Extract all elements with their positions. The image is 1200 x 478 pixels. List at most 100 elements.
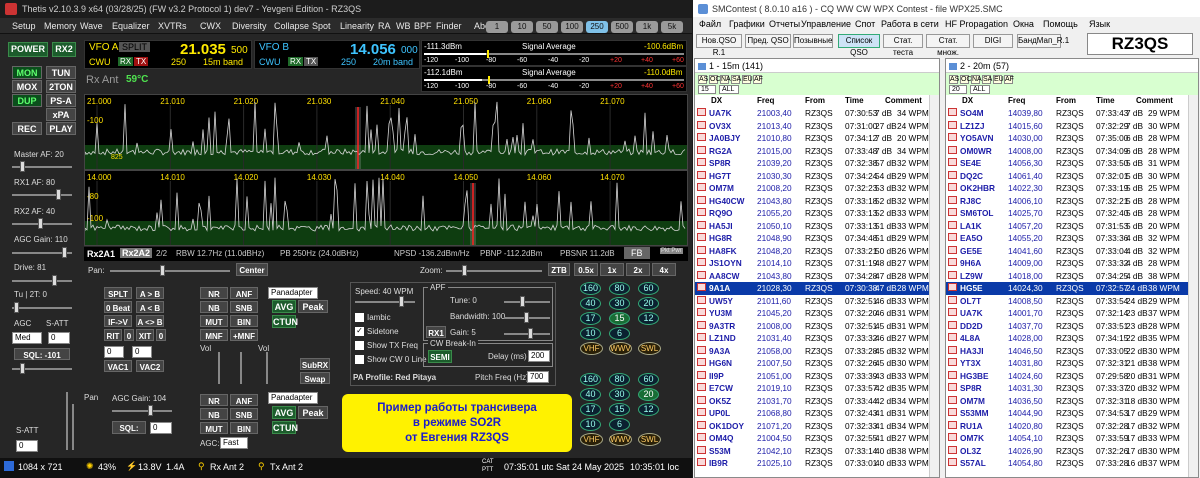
band-40-button[interactable]: 40	[580, 388, 601, 401]
spot-row[interactable]: 9H6A 14009,00 RZ3QS 07:33:32 4 dB 28 WPM	[946, 257, 1188, 270]
panadapter-rx2[interactable]: 14.000 14.010 14.020 14.030 14.040 14.050 14.0…	[84, 170, 688, 246]
band-vhf-button[interactable]: VHF	[580, 342, 603, 355]
dsp-nr-button-rx1[interactable]: NR	[200, 287, 228, 299]
smc-menu-item-0[interactable]: Файл	[699, 19, 721, 29]
spot-row[interactable]: OV3X 21013,40 RZ3QS 07:31:00 27 dB 24 WPM	[695, 120, 929, 133]
spot-row[interactable]: HA8FK 21048,20 RZ3QS 07:33:21 50 dB 26 WPM	[695, 245, 929, 258]
vol-slider-1[interactable]	[218, 352, 220, 384]
menu-item-setup[interactable]: Setup	[12, 21, 36, 31]
band-10-button[interactable]: 10	[580, 327, 601, 340]
rx2-sql-button[interactable]: SQL:	[112, 421, 146, 434]
rx-ctrl-rit-button[interactable]: RIT	[104, 329, 122, 341]
menu-item-bpf[interactable]: BPF	[414, 21, 432, 31]
band-20-button[interactable]: 20	[638, 388, 659, 401]
band-vhf-button[interactable]: VHF	[580, 433, 603, 446]
xit-value[interactable]: 0	[132, 346, 152, 358]
zoom-slider-knob[interactable]	[462, 265, 467, 276]
rx2-button[interactable]: RX2	[52, 42, 76, 57]
band-15-button[interactable]: 15	[609, 403, 630, 416]
menu-item-memory[interactable]: Memory	[44, 21, 77, 31]
panadapter-dropdown-rx2[interactable]: Panadapter	[268, 392, 318, 404]
spot-row[interactable]: IB9R 21025,10 RZ3QS 07:33:01 40 dB 33 WPM	[695, 457, 929, 470]
menu-item-ra[interactable]: RA	[378, 21, 391, 31]
rit-value[interactable]: 0	[104, 346, 124, 358]
cw-speed-slider[interactable]	[355, 301, 415, 303]
mode-button-tun[interactable]: TUN	[46, 66, 76, 79]
sidetone-checkbox[interactable]: ✓	[355, 327, 364, 336]
apf-gain-knob[interactable]	[528, 328, 533, 339]
continent-filter-as[interactable]: AS	[949, 75, 959, 84]
mode-button-rec[interactable]: REC	[12, 122, 42, 135]
dsp-nr-button-rx2[interactable]: NR	[200, 394, 228, 406]
drive-slider[interactable]	[12, 280, 72, 282]
spot-row[interactable]: UW5Y 21011,60 RZ3QS 07:32:51 46 dB 33 WPM	[695, 295, 929, 308]
peak-button-rx2[interactable]: Peak	[298, 406, 328, 419]
satt-stepper[interactable]: 0	[48, 332, 70, 344]
spot-row[interactable]: E7CW 21019,10 RZ3QS 07:33:57 42 dB 35 WPM	[695, 382, 929, 395]
panel1-scrollbar[interactable]	[929, 95, 939, 477]
spot-row[interactable]: HG5E 14024,30 RZ3QS 07:32:57 24 dB 38 WPM	[946, 282, 1188, 295]
rx2a1-label[interactable]: Rx2A1	[87, 249, 115, 259]
menu-item-finder[interactable]: Finder	[436, 21, 462, 31]
avg-button-rx2[interactable]: AVG	[272, 406, 296, 419]
spot-row[interactable]: RG2A 21015,00 RZ3QS 07:33:48 7 dB 34 WPM	[695, 145, 929, 158]
band-160-button[interactable]: 160	[580, 282, 601, 295]
band-6-button[interactable]: 6	[609, 418, 630, 431]
delay-stepper[interactable]: 200	[528, 350, 550, 362]
band-wwv-button[interactable]: WWV	[609, 433, 632, 446]
spot-row[interactable]: OK5Z 21031,70 RZ3QS 07:33:44 42 dB 34 WPM	[695, 395, 929, 408]
dsp-plusmnf-button-rx1[interactable]: +MNF	[230, 329, 258, 341]
menu-item-xvtrs[interactable]: XVTRs	[158, 21, 187, 31]
mode-button-psa[interactable]: PS-A	[46, 94, 76, 107]
panadapter-rx1[interactable]: 21.000 21.010 21.020 21.030 21.040 21.050 21.0…	[84, 94, 688, 170]
drive-knob[interactable]	[52, 275, 57, 286]
menu-item-wave[interactable]: Wave	[80, 21, 103, 31]
tu2t-knob[interactable]	[14, 302, 19, 313]
rx2-af-knob[interactable]	[38, 218, 43, 229]
spot-row[interactable]: OM7M 21008,20 RZ3QS 07:32:23 53 dB 32 WPM	[695, 182, 929, 195]
apf-bw-knob[interactable]	[524, 312, 529, 323]
spot-row[interactable]: DQ2C 14061,40 RZ3QS 07:32:01 5 dB 30 WPM	[946, 170, 1188, 183]
spot-row[interactable]: YO5AVN 14030,00 RZ3QS 07:35:00 6 dB 28 WPM	[946, 132, 1188, 145]
band-60-button[interactable]: 60	[638, 282, 659, 295]
zoom-1x-button[interactable]: 1x	[600, 263, 624, 276]
continent-filter-oc[interactable]: OC	[960, 75, 972, 84]
vfo-b-freq-main[interactable]: 14.056	[350, 41, 396, 58]
smc-menu-item-9[interactable]: Язык	[1089, 19, 1110, 29]
smc-toolbar-button-3[interactable]: Список QSO	[838, 34, 880, 57]
rx-ctrl-ab-button[interactable]: A < B	[136, 301, 164, 313]
menu-item-cwx[interactable]: CWX	[200, 21, 221, 31]
dsp-snb-button-rx1[interactable]: SNB	[230, 301, 258, 313]
spot-row[interactable]: 4L8A 14028,00 RZ3QS 07:34:15 22 dB 35 WPM	[946, 332, 1188, 345]
rx2a2-label[interactable]: Rx2A2	[120, 248, 153, 258]
continent-filter-sa[interactable]: SA	[731, 75, 741, 84]
rx1-af-knob[interactable]	[56, 189, 61, 200]
spot-row[interactable]: HG3BE 14024,60 RZ3QS 07:29:58 20 dB 31 WPM	[946, 370, 1188, 383]
spot-row[interactable]: OK2HBR 14022,30 RZ3QS 07:33:19 5 dB 25 WPM	[946, 182, 1188, 195]
dsp-bin-button-rx1[interactable]: BIN	[230, 315, 258, 327]
band-160-button[interactable]: 160	[580, 373, 601, 386]
continent-filter-eu[interactable]: EU	[742, 75, 753, 84]
smc-menu-item-8[interactable]: Помощь	[1043, 19, 1078, 29]
rx-ctrl-0-button[interactable]: 0	[124, 329, 134, 341]
band-20-button[interactable]: 20	[638, 297, 659, 310]
band-80-button[interactable]: 80	[609, 282, 630, 295]
spot-row[interactable]: GE5E 14041,60 RZ3QS 07:33:04 4 dB 32 WPM	[946, 245, 1188, 258]
spot-row[interactable]: OM0WR 14008,00 RZ3QS 07:34:09 6 dB 28 WPM	[946, 145, 1188, 158]
dsp-mut-button-rx2[interactable]: MUT	[200, 422, 228, 434]
smc-toolbar-button-4[interactable]: Стат. теста	[883, 34, 923, 57]
sql-button[interactable]: SQL: -101	[14, 348, 70, 360]
spot-row[interactable]: RU1A 14020,80 RZ3QS 07:32:28 17 dB 32 WPM	[946, 420, 1188, 433]
continent-filter-eu[interactable]: EU	[993, 75, 1004, 84]
avg-button-rx1[interactable]: AVG	[272, 300, 296, 313]
rx-ctrl-0-button[interactable]: 0	[156, 329, 166, 341]
mode-button-mon[interactable]: MON	[12, 66, 42, 79]
zoom-2x-button[interactable]: 2x	[626, 263, 650, 276]
apf-tune-slider[interactable]	[504, 301, 550, 303]
smc-menu-item-3[interactable]: Управление	[801, 19, 851, 29]
spot-row[interactable]: AA8CW 21043,80 RZ3QS 07:34:28 47 dB 28 WPM	[695, 270, 929, 283]
dsp-mut-button-rx1[interactable]: MUT	[200, 315, 228, 327]
spot-row[interactable]: RQ9O 21055,20 RZ3QS 07:33:13 52 dB 33 WPM	[695, 207, 929, 220]
band-swl-button[interactable]: SWL	[638, 342, 661, 355]
mode-button-xpa[interactable]: xPA	[46, 108, 76, 121]
